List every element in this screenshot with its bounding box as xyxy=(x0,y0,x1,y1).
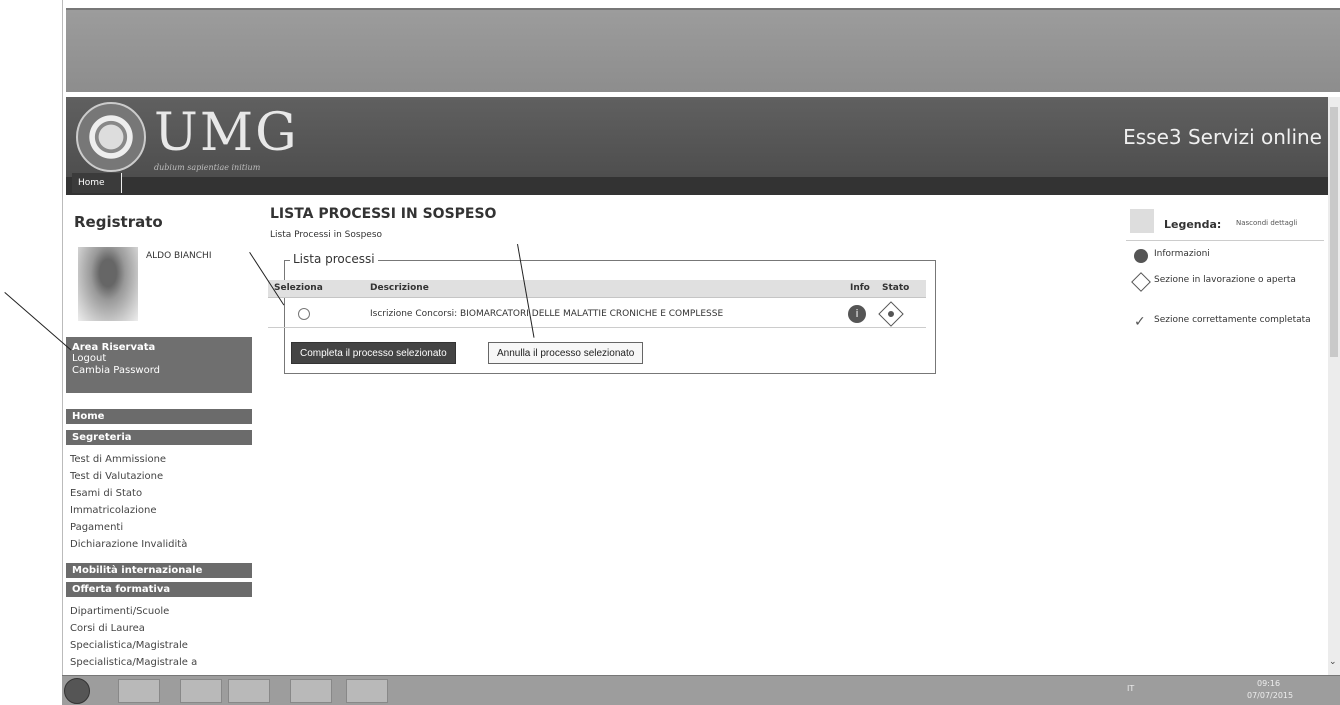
page-subtitle: Lista Processi in Sospeso xyxy=(270,230,383,240)
scrollbar-thumb[interactable] xyxy=(1330,107,1338,357)
cancel-process-button[interactable]: Annulla il processo selezionato xyxy=(488,342,644,364)
legend-toggle-link[interactable]: Nascondi dettagli xyxy=(1236,219,1297,227)
sidebar-link-admission-test[interactable]: Test di Ammissione xyxy=(70,454,166,465)
file-explorer-icon[interactable] xyxy=(118,679,160,703)
column-status: Stato xyxy=(882,283,910,293)
clock-time[interactable]: 09:16 xyxy=(1257,679,1280,688)
sidebar-item-education[interactable]: Offerta formativa xyxy=(66,582,252,597)
word-icon[interactable] xyxy=(346,679,388,703)
sidebar-link-master[interactable]: Specialistica/Magistrale xyxy=(70,640,188,651)
change-password-link[interactable]: Cambia Password xyxy=(72,365,246,377)
table-row: Iscrizione Concorsi: BIOMARCATORI DELLE … xyxy=(268,300,926,328)
sidebar-link-master-a[interactable]: Specialistica/Magistrale a xyxy=(70,657,197,668)
logo-text[interactable]: UMG xyxy=(154,103,299,163)
sidebar-link-payments[interactable]: Pagamenti xyxy=(70,522,123,533)
info-icon[interactable]: i xyxy=(848,305,866,323)
user-name: ALDO BIANCHI xyxy=(146,251,212,261)
avatar xyxy=(78,247,138,321)
service-title: Esse3 Servizi online xyxy=(1123,125,1322,149)
process-table-header: Seleziona Descrizione Info Stato xyxy=(268,280,926,298)
logo-seal-icon[interactable] xyxy=(76,102,146,172)
column-select: Seleziona xyxy=(274,283,323,293)
site-header: UMG dubium sapientiae initium Esse3 Serv… xyxy=(66,97,1330,195)
sidebar-link-departments[interactable]: Dipartimenti/Scuole xyxy=(70,606,169,617)
logo-motto: dubium sapientiae initium xyxy=(154,163,261,172)
sidebar: Registrato ALDO BIANCHI Area Riservata L… xyxy=(66,205,252,393)
sidebar-link-degrees[interactable]: Corsi di Laurea xyxy=(70,623,145,634)
sidebar-link-state-exams[interactable]: Esami di Stato xyxy=(70,488,142,499)
legend-text-in-progress: Sezione in lavorazione o aperta xyxy=(1154,275,1296,285)
info-icon xyxy=(1134,249,1148,263)
sidebar-item-home[interactable]: Home xyxy=(66,409,252,424)
taskbar: IT 09:16 07/07/2015 xyxy=(62,675,1340,705)
legend-title: Legenda: xyxy=(1164,218,1222,231)
legend-text-info: Informazioni xyxy=(1154,249,1210,259)
legend-text-completed: Sezione correttamente completata xyxy=(1154,315,1311,325)
sidebar-link-evaluation-test[interactable]: Test di Valutazione xyxy=(70,471,163,482)
computer-icon[interactable] xyxy=(180,679,222,703)
check-icon: ✓ xyxy=(1134,314,1146,330)
reserved-area-box: Area Riservata Logout Cambia Password xyxy=(66,337,252,393)
process-select-radio[interactable] xyxy=(298,308,310,320)
page-title: LISTA PROCESSI IN SOSPESO xyxy=(270,206,497,222)
in-progress-icon xyxy=(878,301,904,327)
sidebar-item-segreteria[interactable]: Segreteria xyxy=(66,430,252,445)
clock-date[interactable]: 07/07/2015 xyxy=(1247,691,1293,700)
complete-process-button[interactable]: Completa il processo selezionato xyxy=(291,342,456,364)
header-strip xyxy=(66,177,1330,195)
legend-header: Legenda: Nascondi dettagli xyxy=(1126,205,1324,241)
sidebar-link-enrollment[interactable]: Immatricolazione xyxy=(70,505,157,516)
browser-top-bar xyxy=(66,8,1340,92)
scrollbar[interactable]: ⌄ xyxy=(1328,97,1340,675)
sidebar-link-disability[interactable]: Dichiarazione Invalidità xyxy=(70,539,187,550)
column-description: Descrizione xyxy=(370,283,429,293)
sidebar-item-mobility[interactable]: Mobilità internazionale xyxy=(66,563,252,578)
reserved-area-title: Area Riservata xyxy=(72,342,156,353)
logout-link[interactable]: Logout xyxy=(72,353,246,365)
language-indicator[interactable]: IT xyxy=(1127,684,1134,693)
process-description: Iscrizione Concorsi: BIOMARCATORI DELLE … xyxy=(370,309,724,319)
process-fieldset-label: Lista processi xyxy=(290,252,378,266)
sidebar-heading: Registrato xyxy=(74,213,163,231)
media-player-icon[interactable] xyxy=(228,679,270,703)
column-info: Info xyxy=(850,283,870,293)
legend-book-icon xyxy=(1130,209,1154,233)
windows-start-icon[interactable] xyxy=(64,678,90,704)
scroll-down-icon[interactable]: ⌄ xyxy=(1329,657,1339,667)
internet-explorer-icon[interactable] xyxy=(290,679,332,703)
tab-home[interactable]: Home xyxy=(72,173,122,193)
